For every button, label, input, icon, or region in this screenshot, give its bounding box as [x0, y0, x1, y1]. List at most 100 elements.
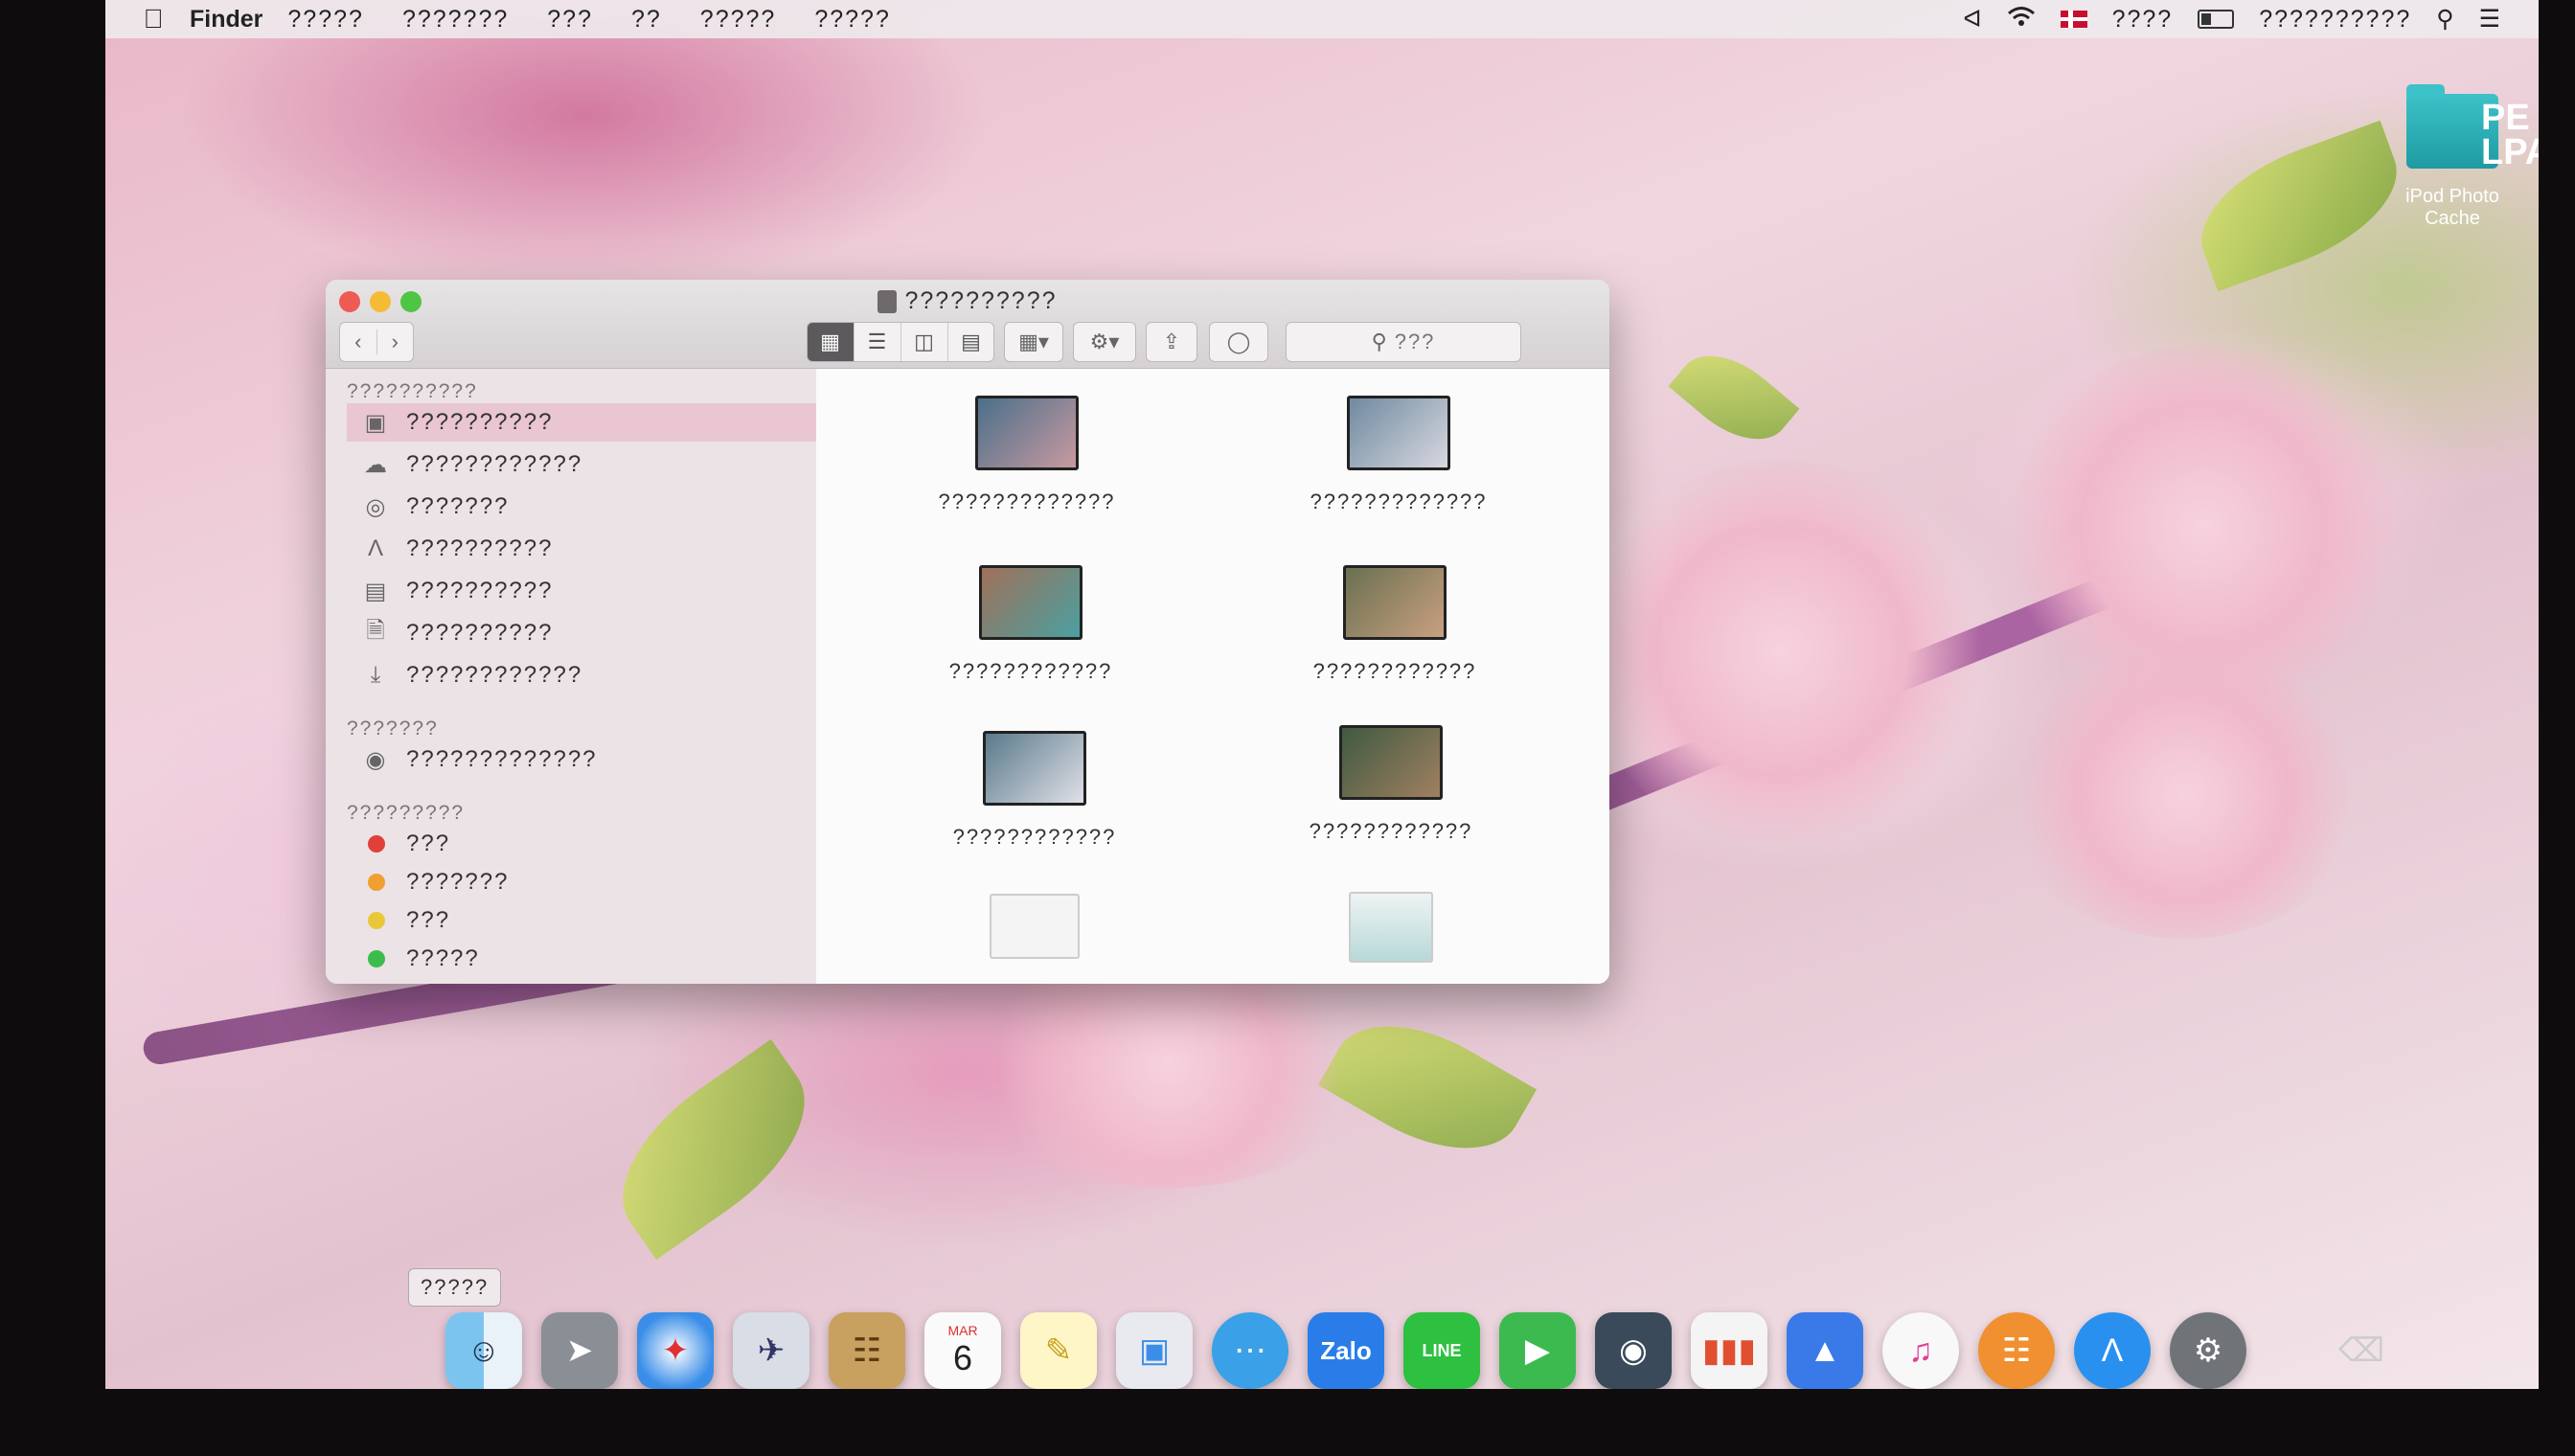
search-placeholder: ??? — [1394, 330, 1436, 353]
column-view-button[interactable]: ◫ — [901, 323, 948, 361]
documents-icon: 🗎 — [366, 617, 387, 644]
file-item[interactable]: ???????????? — [1222, 565, 1567, 684]
sidebar-tag-item[interactable]: ??? — [347, 901, 816, 940]
apple-menu-icon[interactable]:  — [134, 4, 172, 34]
clock[interactable]: ?????????? — [2259, 6, 2411, 34]
mail-icon[interactable]: ✈ — [733, 1312, 809, 1389]
sidebar-tag-item[interactable]: ??????? — [347, 863, 816, 901]
safari-icon[interactable]: ✦ — [637, 1312, 714, 1389]
menu-item[interactable]: ??? — [547, 6, 593, 34]
action-gear-button[interactable]: ⚙ ▾ — [1073, 322, 1136, 362]
status-area: ᐊ ???? ?????????? ⚲ ☰ — [1963, 5, 2500, 34]
wifi-icon[interactable] — [2007, 6, 2036, 34]
bluetooth-icon[interactable]: ᐊ — [1963, 5, 1981, 34]
sidebar-item[interactable]: ◉????????????? — [347, 740, 816, 779]
list-view-button[interactable]: ☰ — [855, 323, 901, 361]
cover-flow-button[interactable]: ▤ — [948, 323, 994, 361]
notes-icon[interactable]: ✎ — [1020, 1312, 1097, 1389]
app-store-icon[interactable]: Λ — [2074, 1312, 2151, 1389]
launchpad-icon[interactable]: ➤ — [541, 1312, 618, 1389]
itunes-icon[interactable]: ♫ — [1882, 1312, 1959, 1389]
sidebar-item[interactable]: ⤓???????????? — [347, 656, 816, 694]
menu-item[interactable]: ?? — [631, 6, 662, 34]
input-source-flag-icon[interactable] — [2060, 11, 2087, 28]
title-bar[interactable]: ?????????? ‹ › ▦ ☰ ◫ ▤ ▦▾ ⚙ ▾ ⇪ ◯ ⚲ ??? — [326, 280, 1609, 369]
tag-color-dot — [368, 912, 385, 929]
downloads-icon: ⤓ — [370, 662, 383, 688]
cloud-icon: ☁ — [364, 451, 389, 478]
icon-view-button[interactable]: ▦ — [808, 323, 855, 361]
sidebar-tag-item[interactable]: ????? — [347, 940, 816, 978]
sidebar-item-label: ??? — [406, 830, 451, 856]
nav-buttons: ‹ › — [339, 322, 414, 362]
sidebar-item-label: ??????? — [406, 869, 510, 895]
menu-item[interactable]: ????? — [814, 6, 891, 34]
calendar-icon[interactable]: MAR 6 — [924, 1312, 1001, 1389]
messages-icon[interactable]: ⋯ — [1212, 1312, 1288, 1389]
menu-item[interactable]: ????? — [287, 6, 364, 34]
system-preferences-icon[interactable]: ⚙ — [2170, 1312, 2246, 1389]
share-icon: ⇪ — [1162, 330, 1181, 353]
finder-icon[interactable]: ☺ — [445, 1312, 522, 1389]
document-thumbnail — [1349, 892, 1433, 963]
video-thumbnail — [1343, 565, 1447, 640]
photos-preview-icon[interactable]: ▣ — [1116, 1312, 1193, 1389]
arrange-button[interactable]: ▦▾ — [1004, 322, 1063, 362]
forward-button[interactable]: › — [377, 330, 414, 354]
numbers-chart-icon[interactable]: ▮▮▮ — [1691, 1312, 1767, 1389]
sidebar-item-label: ?????????? — [406, 409, 554, 435]
zalo-icon[interactable]: Zalo — [1308, 1312, 1384, 1389]
sidebar-header-tags: ????????? — [347, 802, 466, 824]
file-item[interactable]: ???????????? — [862, 731, 1207, 850]
wallpaper-blossom — [1581, 460, 1983, 843]
window-title: ?????????? — [326, 287, 1609, 315]
sidebar-item[interactable]: Λ?????????? — [347, 530, 816, 568]
sidebar-item[interactable]: ▣?????????? — [347, 403, 816, 442]
file-name: ???????????? — [1312, 659, 1477, 683]
menu-item[interactable]: ??????? — [402, 6, 509, 34]
contacts-icon[interactable]: ☷ — [829, 1312, 905, 1389]
hard-drive-icon — [877, 290, 898, 314]
video-thumbnail — [975, 396, 1079, 470]
file-item[interactable]: ???????????? — [858, 565, 1203, 684]
ibooks-icon[interactable]: ☷ — [1978, 1312, 2055, 1389]
sidebar-item[interactable]: 🗎?????????? — [347, 614, 816, 652]
sidebar-item[interactable]: ▤?????????? — [347, 572, 816, 610]
disc-icon: ◉ — [365, 746, 388, 773]
spotlight-search-icon[interactable]: ⚲ — [2436, 5, 2453, 34]
keynote-icon[interactable]: ▲ — [1787, 1312, 1863, 1389]
file-name: ???????????? — [952, 825, 1117, 849]
file-item[interactable] — [1219, 892, 1563, 963]
battery-icon[interactable] — [2198, 10, 2235, 29]
sidebar-header-favorites: ?????????? — [347, 380, 478, 402]
file-name: ???????????? — [1309, 819, 1473, 843]
app-menu-finder[interactable]: Finder — [190, 6, 262, 34]
file-item[interactable] — [862, 894, 1207, 959]
sidebar-item[interactable]: ☁???????????? — [347, 445, 816, 484]
facetime-icon[interactable]: ▶ — [1499, 1312, 1576, 1389]
line-icon[interactable]: LINE — [1403, 1312, 1480, 1389]
share-button[interactable]: ⇪ — [1146, 322, 1197, 362]
file-grid: ????????????? ????????????? ????????????… — [816, 369, 1609, 984]
sidebar-item[interactable]: ◎??????? — [347, 488, 816, 526]
trash-icon[interactable]: ⌫ — [2323, 1312, 2400, 1389]
sidebar-tag-item[interactable]: ??? — [347, 825, 816, 863]
sidebar-item-label: ?????????? — [406, 620, 554, 646]
photo-booth-icon[interactable]: ◉ — [1595, 1312, 1672, 1389]
sidebar-item-label: ???????????? — [406, 662, 583, 688]
search-field[interactable]: ⚲ ??? — [1286, 322, 1521, 362]
file-item[interactable]: ???????????? — [1219, 725, 1563, 844]
desktop-folder-partial-label[interactable]: PE LPA — [2481, 100, 2539, 171]
dock: ☺ ➤ ✦ ✈ ☷ MAR 6 ✎ ▣ ⋯ Zalo LINE ▶ ◉ ▮▮▮ … — [445, 1312, 2539, 1389]
file-item[interactable]: ????????????? — [855, 396, 1199, 514]
video-thumbnail — [1347, 396, 1450, 470]
back-button[interactable]: ‹ — [340, 330, 377, 354]
wallpaper-leaf — [590, 1038, 837, 1261]
menu-item[interactable]: ????? — [700, 6, 777, 34]
file-item[interactable]: ????????????? — [1226, 396, 1571, 514]
video-thumbnail — [983, 731, 1086, 806]
wallpaper-leaf — [2181, 120, 2417, 292]
tags-button[interactable]: ◯ — [1209, 322, 1268, 362]
file-name: ????????????? — [1310, 489, 1488, 513]
notification-center-icon[interactable]: ☰ — [2479, 5, 2500, 34]
